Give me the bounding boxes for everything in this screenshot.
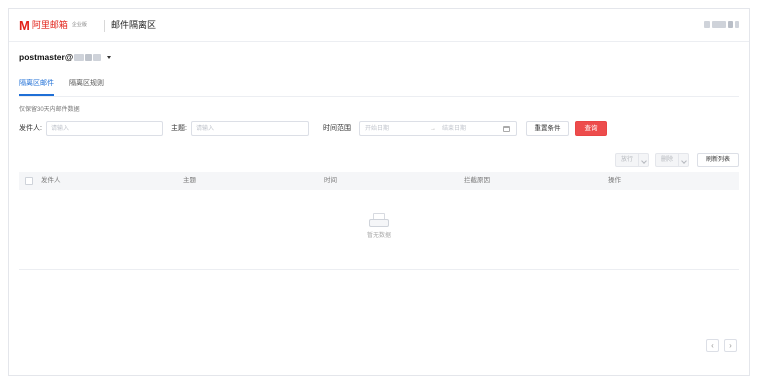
- tab-quarantine-rules[interactable]: 隔离区规则: [69, 79, 104, 89]
- tab-quarantine-mail[interactable]: 隔离区邮件: [19, 79, 54, 89]
- page-title: 邮件隔离区: [111, 20, 157, 30]
- search-button[interactable]: 查询: [575, 121, 607, 136]
- chevron-down-icon[interactable]: [639, 153, 649, 167]
- account-selector[interactable]: postmaster@: [19, 52, 112, 62]
- action-bar: 放行 删除 刷新列表: [9, 153, 749, 169]
- redacted-mark-2: [735, 21, 739, 28]
- release-button[interactable]: 放行: [615, 153, 639, 167]
- reset-button[interactable]: 重置条件: [526, 121, 569, 136]
- app-window: M 阿里邮箱 企业版 邮件隔离区 postmaster@ 隔离区邮件 隔离区规则…: [8, 8, 750, 376]
- calendar-icon: [503, 126, 510, 132]
- redacted-mark: [728, 21, 733, 28]
- sender-label: 发件人:: [19, 125, 42, 132]
- table-header: 发件人 主题 时间 拦截原因 操作: [19, 172, 739, 190]
- sender-input[interactable]: [46, 121, 163, 136]
- logo-mark: M: [19, 18, 30, 33]
- logo-edition: 企业版: [71, 22, 87, 28]
- redacted-username: [712, 21, 726, 28]
- caret-down-icon[interactable]: [107, 55, 112, 59]
- retention-hint: 仅保留30天内邮件数据: [19, 107, 80, 113]
- subject-label: 主题:: [171, 125, 187, 132]
- range-arrow: →: [430, 126, 436, 132]
- tab-bar: 隔离区邮件 隔离区规则: [19, 79, 739, 97]
- header-divider: [104, 20, 105, 32]
- redacted-domain: [74, 53, 102, 61]
- column-sender: 发件人: [41, 177, 61, 184]
- redacted-avatar: [704, 21, 710, 28]
- date-range-picker[interactable]: 开始日期 → 结束日期: [359, 121, 517, 136]
- start-date: 开始日期: [365, 126, 390, 132]
- aliyun-mail-logo[interactable]: M 阿里邮箱 企业版: [19, 19, 87, 32]
- logo-text: 阿里邮箱: [31, 20, 68, 30]
- column-subject: 主题: [183, 177, 196, 184]
- select-all-checkbox[interactable]: [25, 177, 33, 185]
- filter-bar: 发件人: 主题: 时间范围 开始日期 → 结束日期 重置条件 查询: [19, 121, 749, 137]
- subject-input[interactable]: [191, 121, 309, 136]
- active-tab-indicator: [19, 94, 54, 96]
- table-body: 暂无数据: [19, 190, 739, 270]
- next-page-button[interactable]: ›: [724, 339, 737, 352]
- delete-button[interactable]: 删除: [655, 153, 679, 167]
- delete-split-button[interactable]: 删除: [655, 153, 689, 167]
- empty-state: 暂无数据: [359, 212, 399, 240]
- end-date: 结束日期: [442, 126, 467, 132]
- release-split-button[interactable]: 放行: [615, 153, 649, 167]
- user-menu[interactable]: [704, 21, 739, 28]
- top-header: M 阿里邮箱 企业版 邮件隔离区: [9, 9, 749, 42]
- column-actions: 操作: [608, 177, 621, 184]
- chevron-down-icon[interactable]: [679, 153, 689, 167]
- prev-page-button[interactable]: ‹: [706, 339, 719, 352]
- column-time: 时间: [324, 177, 337, 184]
- refresh-list-button[interactable]: 刷新列表: [697, 153, 739, 167]
- account-name: postmaster@: [19, 52, 74, 62]
- time-range-label: 时间范围: [323, 125, 351, 132]
- column-block-reason: 拦截原因: [464, 177, 490, 184]
- empty-inbox-icon: [367, 212, 391, 228]
- empty-text: 暂无数据: [366, 233, 391, 239]
